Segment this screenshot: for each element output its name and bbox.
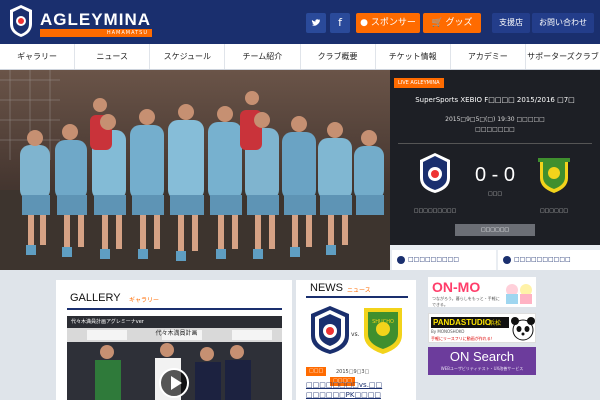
brand-tagline: HAMAMATSU	[40, 29, 152, 37]
nav-item-news[interactable]: ニュース	[75, 44, 151, 69]
onmo-subtitle: つながろう。暮らしをもっと・手軽にできる。	[432, 296, 500, 307]
main-nav: ギャラリー ニュース スケジュール チーム紹介 クラブ概要 チケット情報 アカデ…	[0, 44, 600, 70]
panda-by: By MONOSHOKO	[431, 329, 465, 334]
news-subtitle: ニュース	[347, 287, 371, 294]
ad-pandastudio[interactable]: PANDASTUDIO 浜松 By MONOSHOKO 手軽にリースフリに動画が…	[428, 313, 536, 343]
home-team-crest-icon	[420, 153, 450, 193]
arrow-circle-icon	[397, 256, 405, 264]
news-vs-text: vs.	[351, 331, 360, 338]
live-match-venue: □□□□□□□	[475, 126, 515, 133]
gallery-video-player[interactable]: 代々木満員計画アグレミーナver 代々木満員計画	[67, 316, 282, 400]
illustration-icon	[506, 284, 532, 304]
goods-button[interactable]: 🛒 グッズ	[423, 13, 481, 33]
live-tag: LIVE AGLEYMINA	[394, 78, 444, 88]
ad-onmo[interactable]: ON-MO つながろう。暮らしをもっと・手軽にできる。	[428, 277, 536, 307]
panda-subtitle: 手軽にリースフリに動画が作れる！	[431, 336, 495, 341]
panda-tag: 浜松	[489, 320, 502, 327]
facebook-button[interactable]: f	[330, 13, 350, 33]
nav-item-schedule[interactable]: スケジュール	[150, 44, 226, 69]
ad-onsearch[interactable]: ON Search WEBユーザビリティテスト・UX改善サービス	[428, 347, 536, 375]
hero-image	[0, 70, 390, 270]
away-team-crest-icon: SHUCHO	[364, 308, 402, 354]
gallery-subtitle: ギャラリー	[129, 297, 160, 304]
sponsor-button[interactable]: ● スポンサー	[356, 13, 420, 33]
onsearch-title: ON Search	[449, 349, 515, 364]
gallery-title: GALLERY	[70, 292, 121, 304]
live-match-panel: LIVE AGLEYMINA SuperSports XEBIO F□□□□ 2…	[390, 70, 600, 245]
live-match-date: 2015□9□5□(□) 19:30 □□□□□	[445, 116, 545, 123]
badge-text: SHUCHO	[372, 319, 394, 325]
away-team-name: □□□□□□	[539, 208, 569, 214]
panda-icon	[511, 317, 535, 341]
twitter-bird-icon	[311, 19, 320, 26]
home-team-name: □□□□□□□□□	[413, 208, 457, 214]
mini-link-2[interactable]: □□□□□□□□□□	[498, 250, 600, 270]
contact-button[interactable]: お問い合わせ	[532, 13, 594, 33]
news-underline	[306, 296, 408, 298]
away-team-crest-icon	[538, 158, 570, 193]
cart-icon: 🛒	[431, 18, 443, 28]
user-icon: ●	[360, 18, 368, 28]
hero-team-huddle-photo[interactable]	[0, 70, 390, 270]
news-date: 2015□9□3□	[336, 369, 370, 375]
news-title: NEWS	[310, 282, 343, 294]
news-category-tag: □□□	[306, 367, 327, 376]
nav-item-ticket[interactable]: チケット情報	[376, 44, 451, 69]
live-detail-button[interactable]: □□□□□□	[455, 224, 535, 236]
play-icon[interactable]	[159, 368, 189, 398]
goods-label: グッズ	[445, 18, 473, 28]
mini-link-label: □□□□□□□□□□	[514, 256, 571, 263]
twitter-button[interactable]	[306, 13, 326, 33]
nav-item-club[interactable]: クラブ概要	[301, 44, 376, 69]
video-title: 代々木満員計画アグレミーナver	[67, 316, 282, 328]
nav-item-supporters[interactable]: サポーターズクラブ	[526, 44, 600, 69]
live-match-title[interactable]: SuperSports XEBIO F□□□□ 2015/2016 □7□	[390, 96, 600, 104]
home-team-crest-icon	[311, 306, 349, 354]
mini-link-1[interactable]: □□□□□□□□□	[392, 250, 496, 270]
mini-link-label: □□□□□□□□□	[408, 256, 460, 263]
nav-item-academy[interactable]: アカデミー	[451, 44, 526, 69]
gallery-underline	[67, 308, 282, 310]
support-shop-button[interactable]: 支援店	[492, 13, 530, 33]
brand-name[interactable]: AGLEYMINA	[40, 10, 151, 30]
club-crest-icon[interactable]	[8, 4, 34, 38]
onmo-title: ON-MO	[432, 279, 481, 295]
match-status: □□□	[487, 191, 503, 197]
video-banner-text: 代々木満員計画	[155, 330, 198, 337]
nav-item-team[interactable]: チーム紹介	[225, 44, 301, 69]
news-headline[interactable]: □□□□□□□□vs.□□ □□□□□□PK□□□□	[306, 380, 406, 400]
match-score: 0 - 0	[474, 164, 516, 186]
arrow-circle-icon	[503, 256, 511, 264]
onsearch-subtitle: WEBユーザビリティテスト・UX改善サービス	[440, 366, 524, 371]
sponsor-label: スポンサー	[370, 18, 416, 28]
site-header: AGLEYMINA HAMAMATSU f ● スポンサー 🛒 グッズ 支援店 …	[0, 0, 600, 44]
nav-item-gallery[interactable]: ギャラリー	[0, 44, 76, 69]
divider	[398, 143, 592, 144]
